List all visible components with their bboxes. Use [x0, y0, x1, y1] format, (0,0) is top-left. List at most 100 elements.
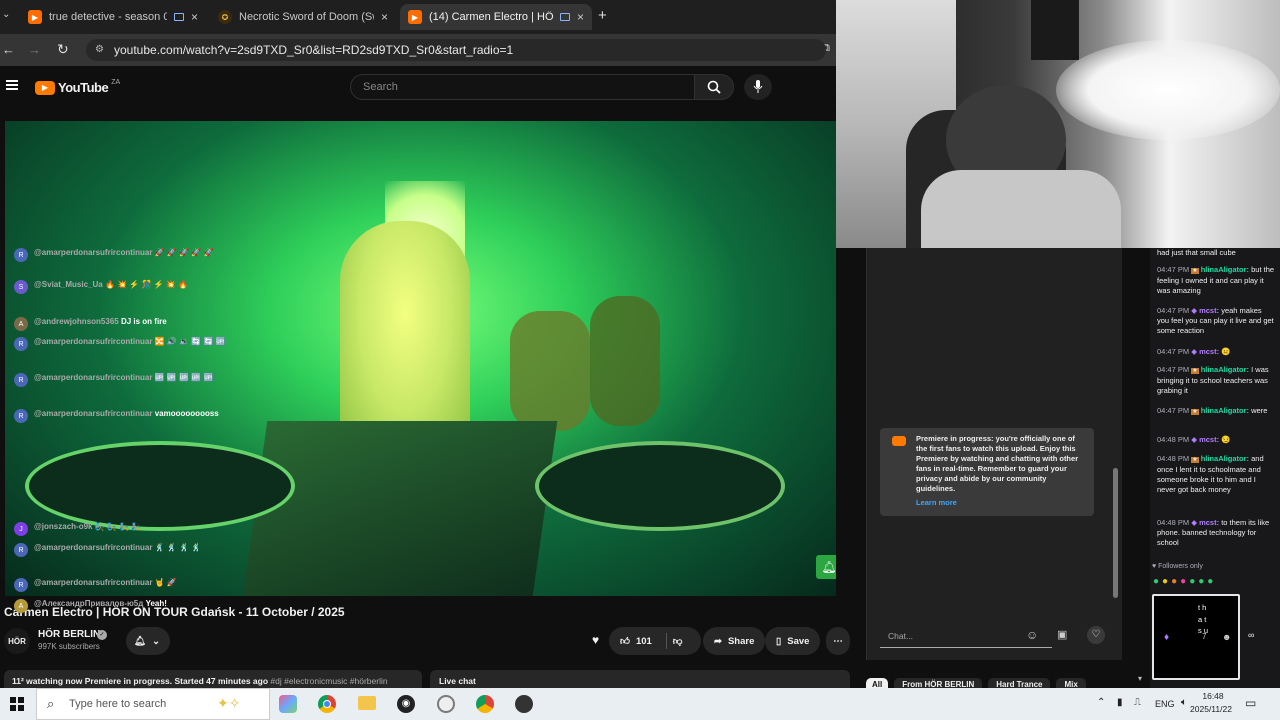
chat-author[interactable]: @amarperdonarsufrircontinuar [34, 578, 153, 587]
emote-icon[interactable]: ● [1180, 576, 1186, 587]
heart-reaction-icon[interactable]: ♡ [1087, 626, 1105, 644]
twitch-username[interactable]: hlinaAligator: [1201, 365, 1249, 374]
twitch-username[interactable]: mcst: [1199, 347, 1219, 356]
search-button[interactable] [694, 74, 734, 100]
twitch-chat-line: 04:47 PM ◆ mcst: yeah makes you feel you… [1157, 306, 1275, 336]
live-chat-toggle[interactable]: Live chat [430, 670, 850, 688]
tab-close-icon[interactable]: × [381, 10, 388, 24]
mic-tray-icon[interactable]: ▮ [1117, 697, 1123, 708]
twitch-username[interactable]: hlinaAligator: [1201, 406, 1249, 415]
app-icon-dark[interactable] [515, 695, 533, 713]
watching-count: 11² watching now [12, 676, 83, 686]
chat-author[interactable]: @amarperdonarsufrircontinuar [34, 543, 153, 552]
chat-author[interactable]: @Sviat_Music_Ua [34, 280, 103, 289]
emote-icon[interactable]: ● [1171, 576, 1177, 587]
subscribed-bell-button[interactable]: 🔔︎ ⌄ [126, 627, 170, 655]
chat-scrollbar[interactable] [1113, 468, 1118, 598]
hashtags[interactable]: #dj #electronicmusic #hörberlin [270, 676, 387, 686]
emote-icon[interactable]: ● [1153, 576, 1159, 587]
app-icon[interactable] [437, 695, 455, 713]
chrome-alt-icon[interactable] [476, 695, 494, 713]
language-indicator[interactable]: ENG [1155, 699, 1175, 709]
obs-icon[interactable]: ◉ [397, 695, 415, 713]
tab-close-icon[interactable]: × [577, 10, 584, 24]
chat-author[interactable]: @amarperdonarsufrircontinuar [34, 337, 153, 346]
like-icon[interactable]: 👍︎ [620, 635, 630, 647]
like-count[interactable]: 101 [636, 636, 652, 647]
site-info-icon[interactable]: ⚙ [95, 39, 104, 61]
avatar: R [14, 409, 28, 423]
chip-all[interactable]: All [866, 678, 889, 688]
tab-close-icon[interactable]: × [191, 10, 198, 24]
clock-time[interactable]: 16:48 [1197, 691, 1229, 701]
chat-author[interactable]: @amarperdonarsufrircontinuar [34, 248, 153, 257]
tab-carmen-electro[interactable]: ▶ (14) Carmen Electro | HÖR × [400, 4, 592, 30]
menu-icon[interactable] [6, 80, 18, 90]
chip-mix[interactable]: Mix [1056, 678, 1086, 688]
emote-icon[interactable]: ● [1162, 576, 1168, 587]
twitch-username[interactable]: hlinaAligator: [1201, 265, 1249, 274]
dislike-icon[interactable]: 👎︎ [673, 635, 683, 647]
sticker-icon[interactable]: ▣ [1057, 628, 1067, 641]
learn-more-link[interactable]: Learn more [916, 498, 1086, 508]
chat-author[interactable]: @АлександрПривалов-ю5д [34, 599, 143, 608]
back-icon[interactable]: ← [2, 42, 15, 57]
thanks-icon[interactable]: ♥ [592, 633, 599, 647]
emote-row[interactable]: ● ● ● ● ● ● ● [1153, 576, 1213, 587]
chat-text: vamooooooooss [154, 409, 219, 418]
timestamp: 04:47 PM [1157, 347, 1190, 356]
avatar: A [14, 317, 28, 331]
url-field[interactable]: ⚙ youtube.com/watch?v=2sd9TXD_Sr0&list=R… [86, 39, 826, 61]
emote-icon[interactable]: ● [1198, 576, 1204, 587]
tab-list-chevron-icon[interactable]: ⌄ [2, 9, 10, 20]
channel-avatar[interactable]: HÖR [4, 628, 30, 654]
chat-message: R @amarperdonarsufrircontinuar vamooooooo… [14, 409, 219, 423]
clock-date[interactable]: 2025/11/22 [1186, 704, 1236, 714]
twitch-username[interactable]: mcst: [1199, 435, 1219, 444]
cast-icon [173, 13, 184, 21]
tab-necrotic-sword[interactable]: ✪ Necrotic Sword of Doom (Swor × [210, 4, 396, 30]
tray-chevron-icon[interactable]: ⌃ [1097, 697, 1105, 708]
reload-icon[interactable]: ↻ [57, 41, 69, 58]
chat-author[interactable]: @jonszach-o9k [34, 522, 92, 531]
emote-picker-icon[interactable]: ☻ [1222, 632, 1231, 642]
turntable-right [535, 441, 785, 531]
chat-chevron-icon[interactable]: ▾ [1138, 674, 1142, 683]
twitch-username[interactable]: hlinaAligator: [1201, 454, 1249, 463]
taskbar-search-box[interactable]: ⌕ Type here to search ✦✧ [36, 688, 270, 720]
chat-author[interactable]: @amarperdonarsufrircontinuar [34, 409, 153, 418]
emote-icon[interactable]: ● [1189, 576, 1195, 587]
tab-true-detective[interactable]: ▶ true detective - season 01 × [20, 4, 206, 30]
bell-notification-icon[interactable]: 🔔︎ [816, 555, 836, 579]
chip-from-channel[interactable]: From HÖR BERLIN [894, 678, 983, 688]
chat-author[interactable]: @amarperdonarsufrircontinuar [34, 373, 153, 382]
forward-icon[interactable]: → [28, 42, 41, 57]
hype-icon[interactable]: ∞ [1248, 630, 1254, 640]
network-icon[interactable]: ⎍ [1134, 697, 1141, 708]
chrome-icon[interactable] [318, 695, 336, 713]
more-actions-button[interactable]: ⋯ [826, 627, 850, 655]
twitch-username[interactable]: mcst: [1199, 306, 1219, 315]
chat-author[interactable]: @andrewjohnson5365 [34, 317, 119, 326]
voice-search-button[interactable] [744, 74, 772, 100]
notification-center-icon[interactable]: ▭ [1245, 696, 1256, 710]
copilot-icon[interactable] [279, 695, 297, 713]
emoji-icon[interactable]: ☺ [1026, 628, 1038, 642]
description-box[interactable]: 11² watching now Premiere in progress. S… [4, 670, 422, 688]
share-button[interactable]: ➦ Share [703, 627, 766, 655]
search-input[interactable]: Search [350, 74, 695, 100]
twitch-chat-input[interactable]: t h a t s u ♦ 7 ☻ [1152, 594, 1240, 680]
file-explorer-icon[interactable] [358, 696, 376, 710]
twitch-username[interactable]: mcst: [1199, 518, 1219, 527]
youtube-logo[interactable]: ▶ YouTube ZA [35, 79, 120, 95]
emote-icon[interactable]: ● [1207, 576, 1213, 587]
new-tab-button[interactable]: + [598, 7, 607, 24]
tab-title: (14) Carmen Electro | HÖR [429, 11, 553, 23]
chip-hard-trance[interactable]: Hard Trance [988, 678, 1051, 688]
save-button[interactable]: ▯ Save [765, 627, 821, 655]
channel-name[interactable]: HÖR BERLIN [38, 629, 100, 640]
bits-icon[interactable]: ♦ [1164, 632, 1169, 643]
points-icon[interactable]: 7 [1202, 632, 1206, 641]
windows-start-icon[interactable] [10, 697, 24, 711]
avatar: R [14, 337, 28, 351]
